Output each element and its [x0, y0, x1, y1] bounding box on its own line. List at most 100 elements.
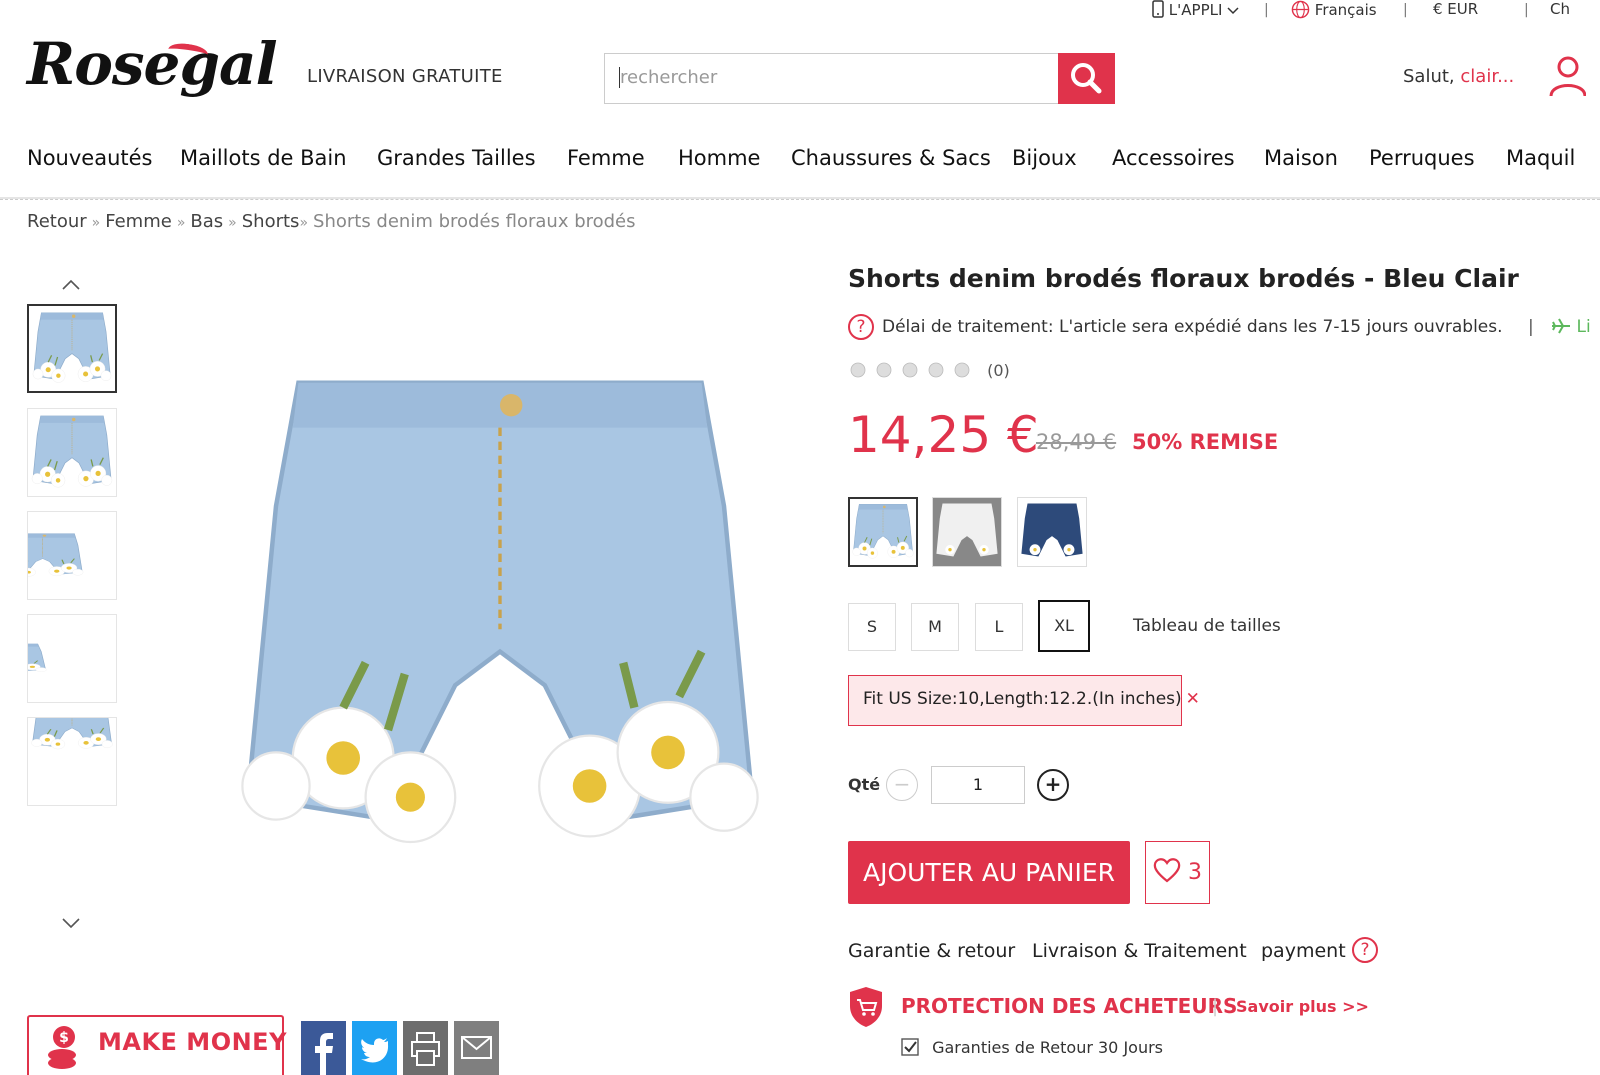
search-placeholder: rechercher [619, 67, 718, 88]
help-icon[interactable]: ? [848, 314, 874, 340]
greeting-label: Salut, [1403, 66, 1455, 87]
breadcrumb-link[interactable]: Shorts [242, 211, 300, 232]
help-icon[interactable]: ? [1352, 937, 1378, 963]
cart-link[interactable]: Ch [1550, 0, 1570, 18]
close-icon[interactable]: ✕ [1186, 689, 1200, 709]
free-shipping-banner: LIVRAISON GRATUITE [307, 66, 503, 87]
fit-info-alert: Fit US Size:10,Length:12.2.(In inches) ✕ [848, 675, 1200, 726]
size-option-l[interactable]: L [975, 603, 1023, 651]
rose-rating-icon [850, 362, 970, 378]
breadcrumb-link[interactable]: Bas [190, 211, 223, 232]
breadcrumb-separator: » [299, 215, 309, 231]
tab-livraison[interactable]: Livraison & Traitement [1032, 940, 1247, 962]
breadcrumb-link[interactable]: Femme [105, 211, 172, 232]
thumbnail-2[interactable] [27, 408, 117, 497]
greeting[interactable]: Salut, clair... [1403, 66, 1514, 87]
product-thumbnail-image [28, 409, 116, 496]
color-swatch-light-blue[interactable] [848, 497, 918, 567]
swatch-image [933, 498, 1001, 566]
search-input[interactable]: rechercher [604, 53, 1060, 104]
rating[interactable]: (0) [848, 360, 1010, 380]
separator: | [1264, 2, 1269, 18]
product-thumbnail-image [28, 718, 116, 805]
print-button[interactable] [403, 1021, 448, 1075]
chevron-down-icon[interactable] [62, 914, 80, 932]
print-icon [411, 1032, 440, 1066]
thumbnail-3[interactable] [27, 511, 117, 600]
tab-payment[interactable]: payment [1261, 940, 1346, 962]
guarantee-text: Garanties de Retour 30 Jours [932, 1038, 1164, 1057]
buyer-protection-title: PROTECTION DES ACHETEURS [901, 994, 1238, 1018]
quantity-label: Qté [848, 775, 881, 794]
checkbox-icon [901, 1038, 919, 1056]
quantity-decrease-button[interactable]: − [886, 769, 918, 801]
add-to-cart-button[interactable]: AJOUTER AU PANIER [848, 841, 1130, 904]
chevron-up-icon[interactable] [62, 276, 80, 294]
utility-bar: L'APPLI | Français | € EUR | Ch [0, 0, 1600, 26]
facebook-share-button[interactable] [301, 1021, 346, 1075]
nav-item-perruques[interactable]: Perruques [1369, 146, 1475, 170]
thumbnail-5[interactable] [27, 717, 117, 806]
guarantee-item: Garanties de Retour 30 Jours [901, 1038, 1163, 1057]
size-option-s[interactable]: S [848, 603, 896, 651]
quantity-increase-button[interactable]: + [1037, 769, 1069, 801]
site-logo[interactable]: Rosegal [27, 30, 278, 98]
size-option-m[interactable]: M [911, 603, 959, 651]
twitter-icon [361, 1038, 389, 1063]
color-swatch-white[interactable] [932, 497, 1002, 567]
learn-more-link[interactable]: Savoir plus >> [1236, 997, 1369, 1016]
shipping-link[interactable]: Li [1576, 317, 1590, 337]
wishlist-count: 3 [1188, 860, 1202, 885]
chevron-down-icon [1227, 7, 1239, 15]
quantity-input[interactable]: 1 [931, 766, 1025, 804]
breadcrumb-current: Shorts denim brodés floraux brodés [313, 211, 636, 232]
make-money-label: MAKE MONEY [98, 1028, 287, 1056]
twitter-share-button[interactable] [352, 1021, 397, 1075]
language-selector[interactable]: Français [1291, 0, 1377, 19]
separator: | [1527, 317, 1534, 337]
nav-item-maillots[interactable]: Maillots de Bain [180, 146, 347, 170]
nav-item-bijoux[interactable]: Bijoux [1012, 146, 1077, 170]
search-button[interactable] [1058, 53, 1115, 104]
size-chart-link[interactable]: Tableau de tailles [1133, 616, 1281, 636]
app-download-link[interactable]: L'APPLI [1152, 0, 1239, 19]
language-label: Français [1314, 1, 1377, 19]
nav-item-maison[interactable]: Maison [1264, 146, 1338, 170]
facebook-icon [315, 1033, 333, 1075]
review-count: (0) [987, 361, 1010, 380]
nav-item-grandes-tailles[interactable]: Grandes Tailles [377, 146, 536, 170]
product-thumbnail-image [28, 512, 116, 599]
product-thumbnail-image [28, 615, 116, 702]
shield-cart-icon [850, 987, 882, 1027]
phone-icon [1152, 0, 1164, 18]
nav-item-homme[interactable]: Homme [678, 146, 760, 170]
separator: | [1212, 996, 1219, 1017]
separator: | [1403, 2, 1408, 18]
currency-selector[interactable]: € EUR [1433, 0, 1478, 18]
original-price: 28,49 € [1036, 430, 1117, 454]
product-main-image[interactable] [220, 265, 780, 915]
email-share-button[interactable] [454, 1021, 499, 1075]
search-icon [1071, 63, 1102, 94]
thumbnail-1[interactable] [27, 304, 117, 393]
plane-icon [1552, 318, 1571, 334]
processing-time: ? Délai de traitement: L'article sera exp… [848, 314, 1591, 340]
main-nav: Nouveautés Maillots de Bain Grandes Tail… [0, 146, 1600, 186]
nav-divider-dashed [0, 199, 1600, 200]
user-name: clair... [1460, 66, 1515, 87]
thumbnail-4[interactable] [27, 614, 117, 703]
separator: | [1524, 2, 1529, 18]
fit-info-text: Fit US Size:10,Length:12.2.(In inches) [863, 689, 1182, 709]
nav-item-nouveautes[interactable]: Nouveautés [27, 146, 153, 170]
tab-garantie[interactable]: Garantie & retour [848, 940, 1015, 962]
wishlist-button[interactable]: 3 [1145, 841, 1210, 904]
nav-item-accessoires[interactable]: Accessoires [1112, 146, 1235, 170]
nav-item-chaussures[interactable]: Chaussures & Sacs [791, 146, 991, 170]
nav-item-femme[interactable]: Femme [567, 146, 645, 170]
nav-item-maquillage[interactable]: Maquil [1506, 146, 1575, 170]
globe-icon [1291, 0, 1310, 19]
user-icon[interactable] [1546, 54, 1586, 98]
color-swatch-dark-blue[interactable] [1017, 497, 1087, 567]
size-option-xl[interactable]: XL [1038, 600, 1090, 652]
breadcrumb-link[interactable]: Retour [27, 211, 87, 232]
